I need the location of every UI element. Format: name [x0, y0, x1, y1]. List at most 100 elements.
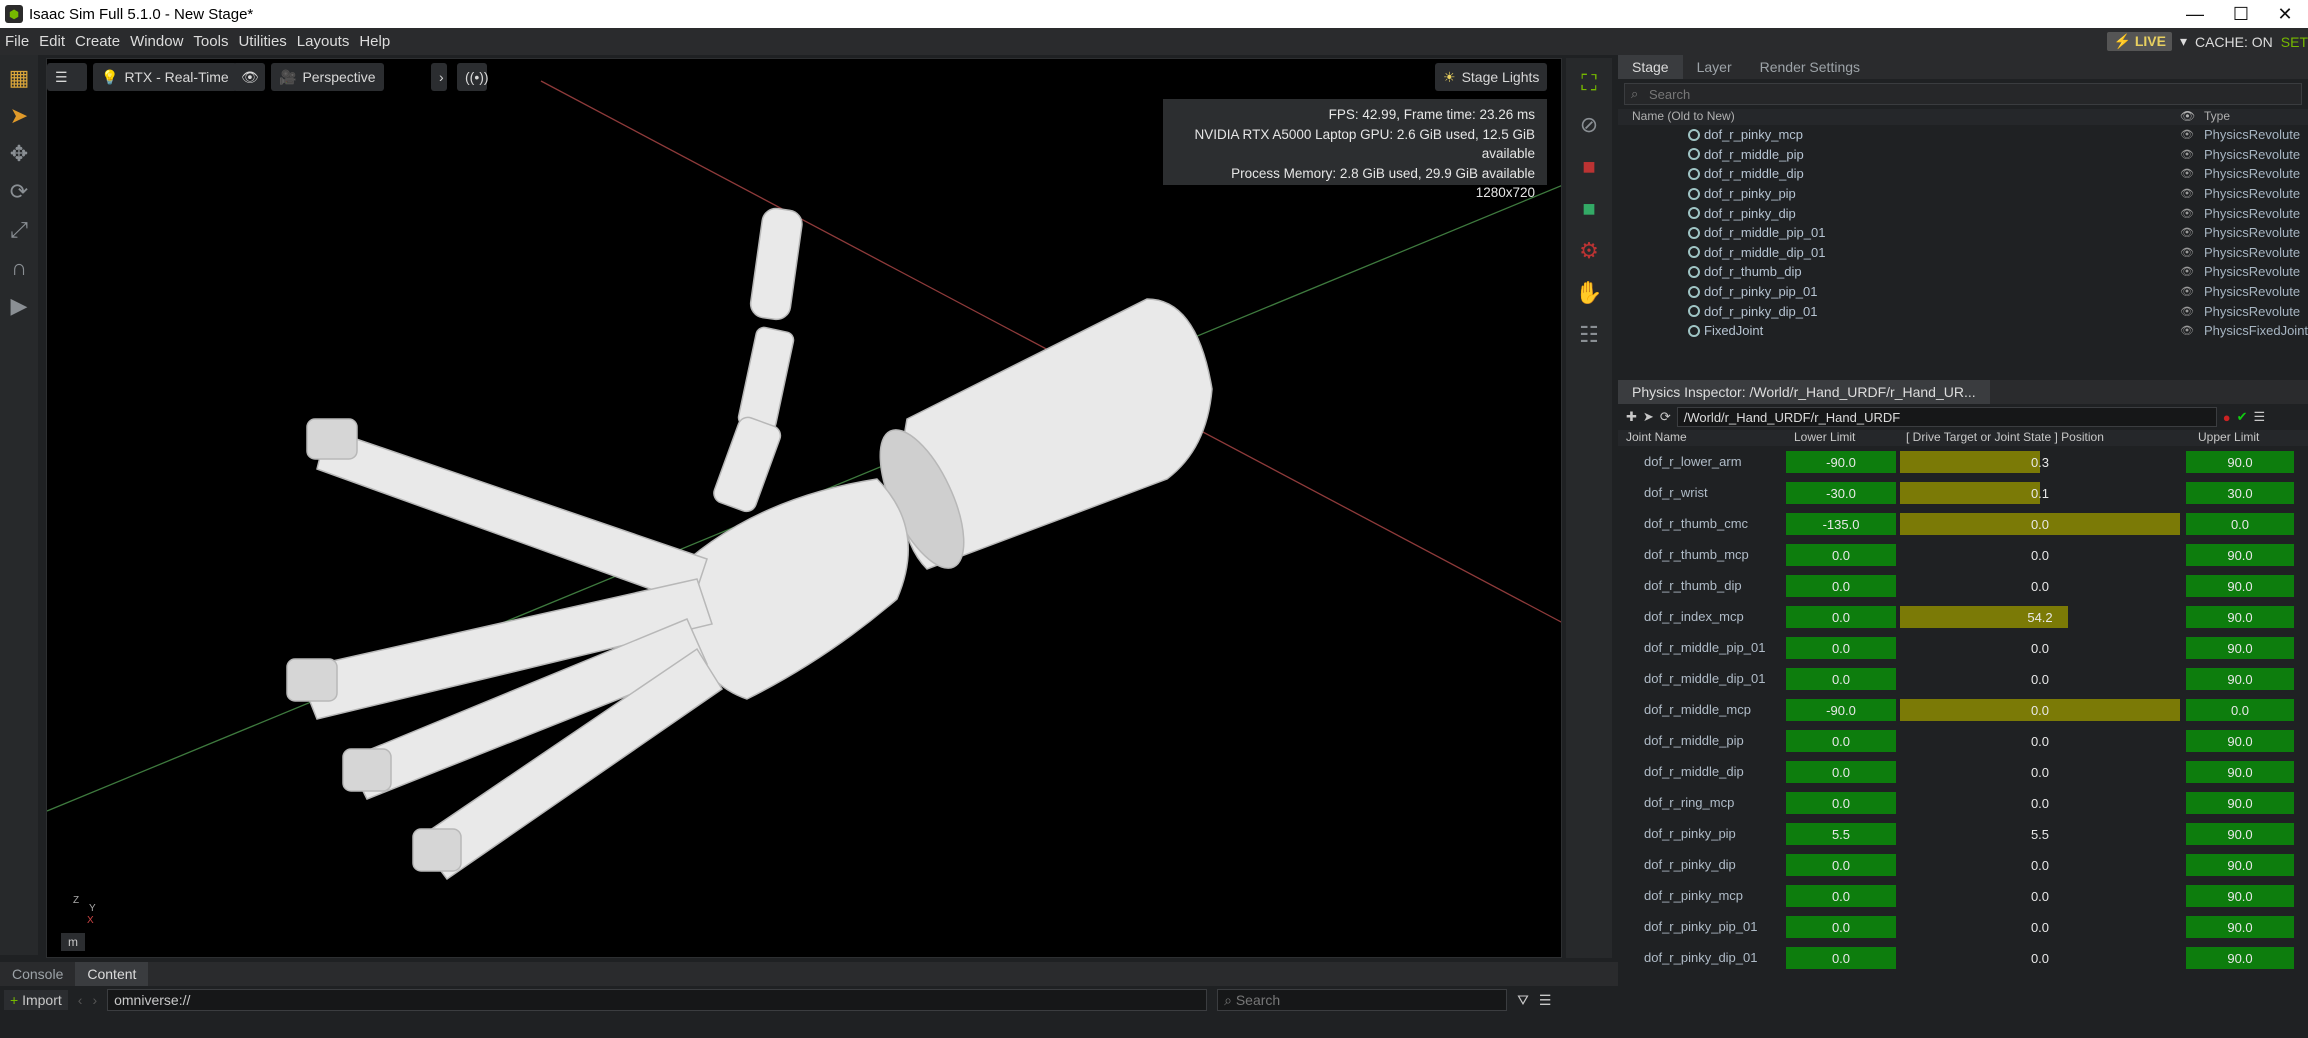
viewport[interactable]: ☰ 💡 RTX - Real-Time 👁 🎥 Perspective › ((•)… — [46, 58, 1562, 958]
visibility-eye-icon[interactable]: 👁 — [2180, 128, 2194, 141]
minimize-button[interactable]: — — [2172, 0, 2218, 28]
lower-limit-field[interactable]: 0.0 — [1786, 792, 1896, 814]
stage-search-input[interactable]: ⌕ Search — [1624, 83, 2302, 105]
camera-dropdown[interactable]: 🎥 Perspective — [271, 63, 384, 91]
snap-icon[interactable]: ▦ — [4, 63, 34, 93]
visibility-eye-icon[interactable]: 👁 — [2180, 226, 2194, 239]
drive-position-field[interactable]: 0.0 — [1900, 761, 2180, 783]
tab-layer[interactable]: Layer — [1683, 55, 1746, 79]
drive-position-field[interactable]: 54.2 — [1900, 606, 2180, 628]
stage-tree-row[interactable]: dof_r_pinky_pip 👁 PhysicsRevolute — [1618, 184, 2308, 204]
viewport-settings-icon[interactable]: ☰ — [47, 63, 87, 91]
lower-limit-field[interactable]: 0.0 — [1786, 854, 1896, 876]
upper-limit-field[interactable]: 90.0 — [2186, 575, 2294, 597]
drive-position-field[interactable]: 0.0 — [1900, 637, 2180, 659]
menu-create[interactable]: Create — [70, 33, 125, 50]
visibility-eye-icon[interactable]: 👁 — [2180, 265, 2194, 278]
broadcast-icon[interactable]: ((•)) — [457, 63, 489, 91]
drive-position-field[interactable]: 0.3 — [1900, 451, 2180, 473]
col-type-header[interactable]: Type — [2204, 109, 2230, 123]
stage-tree-row[interactable]: FixedJoint 👁 PhysicsFixedJoint — [1618, 321, 2308, 341]
upper-limit-field[interactable]: 90.0 — [2186, 885, 2294, 907]
scale-icon[interactable]: ⤢ — [4, 215, 34, 245]
content-search-input[interactable]: ⌕ Search — [1217, 989, 1508, 1011]
tab-stage[interactable]: Stage — [1618, 55, 1683, 79]
visibility-eye-icon[interactable]: 👁 — [2180, 305, 2194, 318]
live-dropdown-icon[interactable]: ▾ — [2180, 33, 2187, 50]
record-icon[interactable]: ● — [2223, 410, 2231, 425]
tab-render-settings[interactable]: Render Settings — [1746, 55, 1874, 79]
lower-limit-field[interactable]: 0.0 — [1786, 730, 1896, 752]
lower-limit-field[interactable]: 5.5 — [1786, 823, 1896, 845]
lower-limit-field[interactable]: 0.0 — [1786, 761, 1896, 783]
upper-limit-field[interactable]: 90.0 — [2186, 606, 2294, 628]
robot-hand-model[interactable] — [286, 207, 1213, 881]
drive-position-field[interactable]: 0.0 — [1900, 575, 2180, 597]
menu-utilities[interactable]: Utilities — [233, 33, 291, 50]
frame-icon[interactable]: ⛶ — [1572, 66, 1606, 100]
visibility-eye-icon[interactable]: 👁 — [2180, 285, 2194, 298]
pointer-icon[interactable]: ➤ — [1643, 409, 1654, 425]
stage-tree-row[interactable]: dof_r_pinky_pip_01 👁 PhysicsRevolute — [1618, 282, 2308, 302]
sliders-icon[interactable]: ☷ — [1572, 318, 1606, 352]
stage-tree-row[interactable]: dof_r_middle_dip 👁 PhysicsRevolute — [1618, 164, 2308, 184]
lower-limit-field[interactable]: -30.0 — [1786, 482, 1896, 504]
lower-limit-field[interactable]: -90.0 — [1786, 451, 1896, 473]
stage-tree-row[interactable]: dof_r_pinky_dip_01 👁 PhysicsRevolute — [1618, 301, 2308, 321]
drive-position-field[interactable]: 0.0 — [1900, 699, 2180, 721]
tab-content[interactable]: Content — [75, 962, 149, 986]
upper-limit-field[interactable]: 0.0 — [2186, 513, 2294, 535]
chevron-right-icon[interactable]: › — [431, 63, 447, 91]
upper-limit-field[interactable]: 90.0 — [2186, 792, 2294, 814]
upper-limit-field[interactable]: 90.0 — [2186, 854, 2294, 876]
upper-limit-field[interactable]: 90.0 — [2186, 730, 2294, 752]
menu-window[interactable]: Window — [125, 33, 188, 50]
drive-position-field[interactable]: 0.0 — [1900, 854, 2180, 876]
menu-file[interactable]: File — [0, 33, 34, 50]
drive-position-field[interactable]: 5.5 — [1900, 823, 2180, 845]
menu-edit[interactable]: Edit — [34, 33, 70, 50]
rotate-icon[interactable]: ⟳ — [4, 177, 34, 207]
lower-limit-field[interactable]: 0.0 — [1786, 947, 1896, 969]
drive-position-field[interactable]: 0.0 — [1900, 544, 2180, 566]
menu-layouts[interactable]: Layouts — [292, 33, 355, 50]
drive-position-field[interactable]: 0.0 — [1900, 947, 2180, 969]
drive-position-field[interactable]: 0.0 — [1900, 792, 2180, 814]
lower-limit-field[interactable]: -135.0 — [1786, 513, 1896, 535]
play-icon[interactable]: ▶ — [4, 291, 34, 321]
stage-tree-row[interactable]: dof_r_pinky_dip 👁 PhysicsRevolute — [1618, 203, 2308, 223]
stage-lights-dropdown[interactable]: ☀ Stage Lights — [1435, 63, 1548, 91]
unit-label[interactable]: m — [61, 933, 85, 951]
close-button[interactable]: ✕ — [2262, 0, 2308, 28]
visibility-eye-icon[interactable]: 👁 — [2180, 148, 2194, 161]
content-menu-icon[interactable]: ☰ — [1539, 992, 1552, 1009]
upper-limit-field[interactable]: 90.0 — [2186, 451, 2294, 473]
content-path-field[interactable]: omniverse:// — [107, 989, 1208, 1011]
upper-limit-field[interactable]: 90.0 — [2186, 544, 2294, 566]
visibility-eye-icon[interactable]: 👁 — [2180, 207, 2194, 220]
upper-limit-field[interactable]: 90.0 — [2186, 761, 2294, 783]
tab-physics-inspector[interactable]: Physics Inspector: /World/r_Hand_URDF/r_… — [1618, 380, 1990, 404]
lower-limit-field[interactable]: 0.0 — [1786, 885, 1896, 907]
drive-position-field[interactable]: 0.0 — [1900, 885, 2180, 907]
gear-icon[interactable]: ⚙ — [1572, 234, 1606, 268]
upper-limit-field[interactable]: 0.0 — [2186, 699, 2294, 721]
eye-icon[interactable]: 👁 — [233, 63, 265, 91]
visibility-eye-icon[interactable]: 👁 — [2180, 167, 2194, 180]
lower-limit-field[interactable]: 0.0 — [1786, 606, 1896, 628]
move-icon[interactable]: ✥ — [4, 139, 34, 169]
col-name-header[interactable]: Name (Old to New) — [1632, 109, 1735, 123]
upper-limit-field[interactable]: 90.0 — [2186, 823, 2294, 845]
lower-limit-field[interactable]: 0.0 — [1786, 916, 1896, 938]
check-icon[interactable]: ✔ — [2237, 409, 2248, 425]
menu-tools[interactable]: Tools — [188, 33, 233, 50]
menu-icon[interactable]: ☰ — [2253, 409, 2265, 425]
magnet-icon[interactable]: ∩ — [4, 253, 34, 283]
add-icon[interactable]: ✚ — [1626, 409, 1637, 425]
no-physics-icon[interactable]: ⊘ — [1572, 108, 1606, 142]
drive-position-field[interactable]: 0.1 — [1900, 482, 2180, 504]
renderer-dropdown[interactable]: 💡 RTX - Real-Time — [93, 63, 237, 91]
prim-path-field[interactable]: /World/r_Hand_URDF/r_Hand_URDF — [1676, 407, 2217, 427]
tab-console[interactable]: Console — [0, 962, 75, 986]
maximize-button[interactable]: ☐ — [2218, 0, 2264, 28]
